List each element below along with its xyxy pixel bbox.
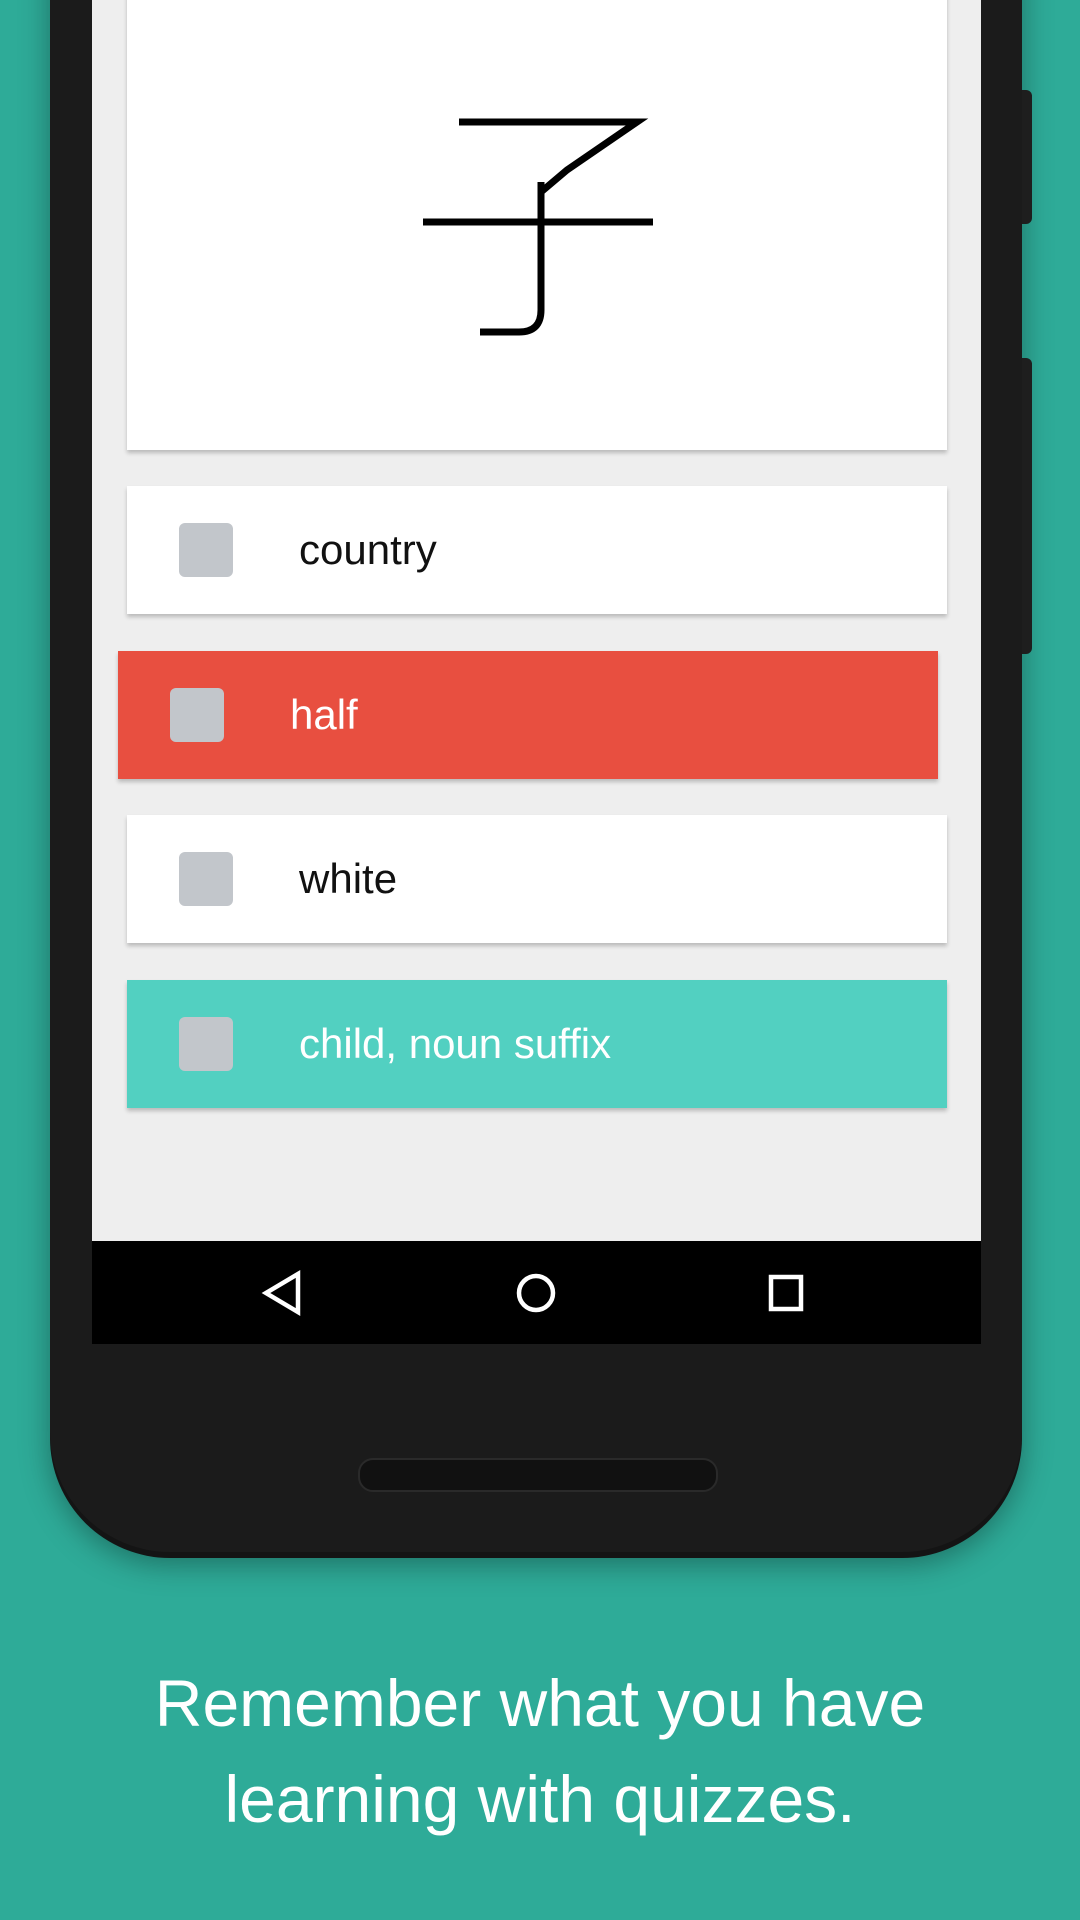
caption-line-1: Remember what you have — [154, 1666, 926, 1740]
navigation-bar — [92, 1241, 981, 1344]
kanji-drawing — [423, 118, 653, 336]
caption-line-2: learning with quizzes. — [224, 1762, 856, 1836]
recents-button[interactable] — [726, 1241, 846, 1344]
promo-caption: Remember what you have learning with qui… — [40, 1655, 1040, 1847]
kanji-card — [127, 0, 947, 450]
answer-checkbox[interactable] — [179, 1017, 233, 1071]
answer-checkbox[interactable] — [179, 852, 233, 906]
answer-label: white — [299, 855, 398, 902]
home-circle-icon — [516, 1273, 556, 1313]
answer-option-country[interactable]: country — [127, 486, 947, 614]
answer-label: child, noun suffix — [299, 1020, 612, 1067]
phone-speaker-grille — [358, 1458, 718, 1492]
recents-square-icon — [768, 1274, 804, 1312]
app-screen: country half white child, noun suffix — [92, 0, 981, 1241]
answer-checkbox[interactable] — [179, 523, 233, 577]
answer-label: country — [299, 526, 437, 573]
phone-power-button — [1022, 90, 1032, 224]
back-triangle-icon — [261, 1270, 301, 1316]
answer-option-white[interactable]: white — [127, 815, 947, 943]
answer-label: half — [290, 691, 358, 738]
answer-option-half[interactable]: half — [118, 651, 938, 779]
phone-volume-button — [1022, 358, 1032, 654]
home-button[interactable] — [476, 1241, 596, 1344]
back-button[interactable] — [227, 1241, 347, 1344]
answer-checkbox[interactable] — [170, 688, 224, 742]
answer-option-child[interactable]: child, noun suffix — [127, 980, 947, 1108]
